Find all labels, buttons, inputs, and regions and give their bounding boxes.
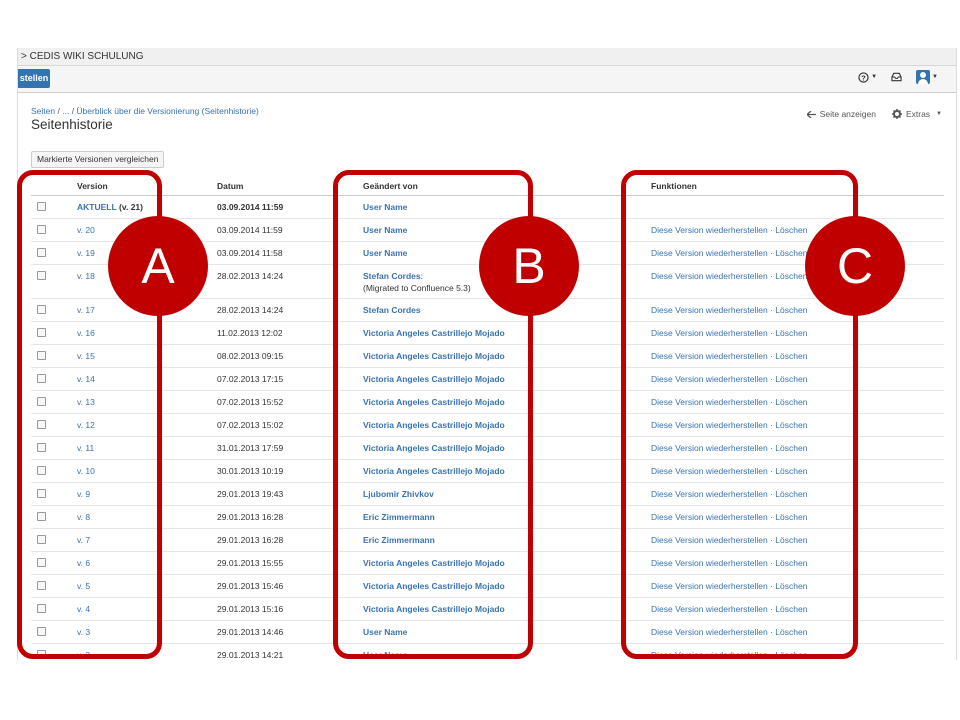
breadcrumb-item-page[interactable]: Überblick über die Versionierung (Seiten…	[76, 106, 258, 116]
page-actions: Seite anzeigen Extras ▼	[806, 109, 942, 119]
view-page-link[interactable]: Seite anzeigen	[806, 109, 876, 119]
create-button[interactable]: stellen	[18, 69, 50, 88]
chevron-down-icon: ▼	[932, 74, 938, 80]
svg-text:?: ?	[861, 73, 866, 82]
gear-icon	[891, 109, 902, 119]
chevron-down-icon: ▼	[871, 74, 878, 80]
app-header: stellen ? ▼ ▼	[18, 66, 956, 93]
inbox-icon	[891, 72, 902, 82]
user-menu[interactable]: ▼	[916, 70, 938, 84]
space-breadcrumb-bar: > CEDIS WIKI SCHULUNG	[18, 48, 956, 66]
chevron-down-icon: ▼	[936, 111, 942, 117]
header-icons: ? ▼ ▼	[858, 70, 938, 84]
help-menu[interactable]: ? ▼	[858, 71, 878, 83]
callout-badge-b: B	[479, 216, 579, 316]
callout-badge-a: A	[108, 216, 208, 316]
tools-menu[interactable]: Extras ▼	[891, 109, 942, 119]
space-breadcrumb[interactable]: > CEDIS WIKI SCHULUNG	[18, 51, 144, 62]
notifications-button[interactable]	[891, 72, 902, 82]
breadcrumb-item-ellipsis[interactable]: ...	[62, 106, 69, 116]
breadcrumb-item-pages[interactable]: Seiten	[31, 106, 55, 116]
page-title: Seitenhistorie	[31, 117, 113, 132]
back-arrow-icon	[806, 110, 816, 118]
callout-badge-c: C	[805, 216, 905, 316]
help-icon: ?	[858, 71, 869, 83]
avatar	[916, 70, 931, 84]
compare-versions-button[interactable]: Markierte Versionen vergleichen	[31, 151, 165, 168]
breadcrumb: Seiten / ... / Überblick über die Versio…	[31, 106, 259, 116]
